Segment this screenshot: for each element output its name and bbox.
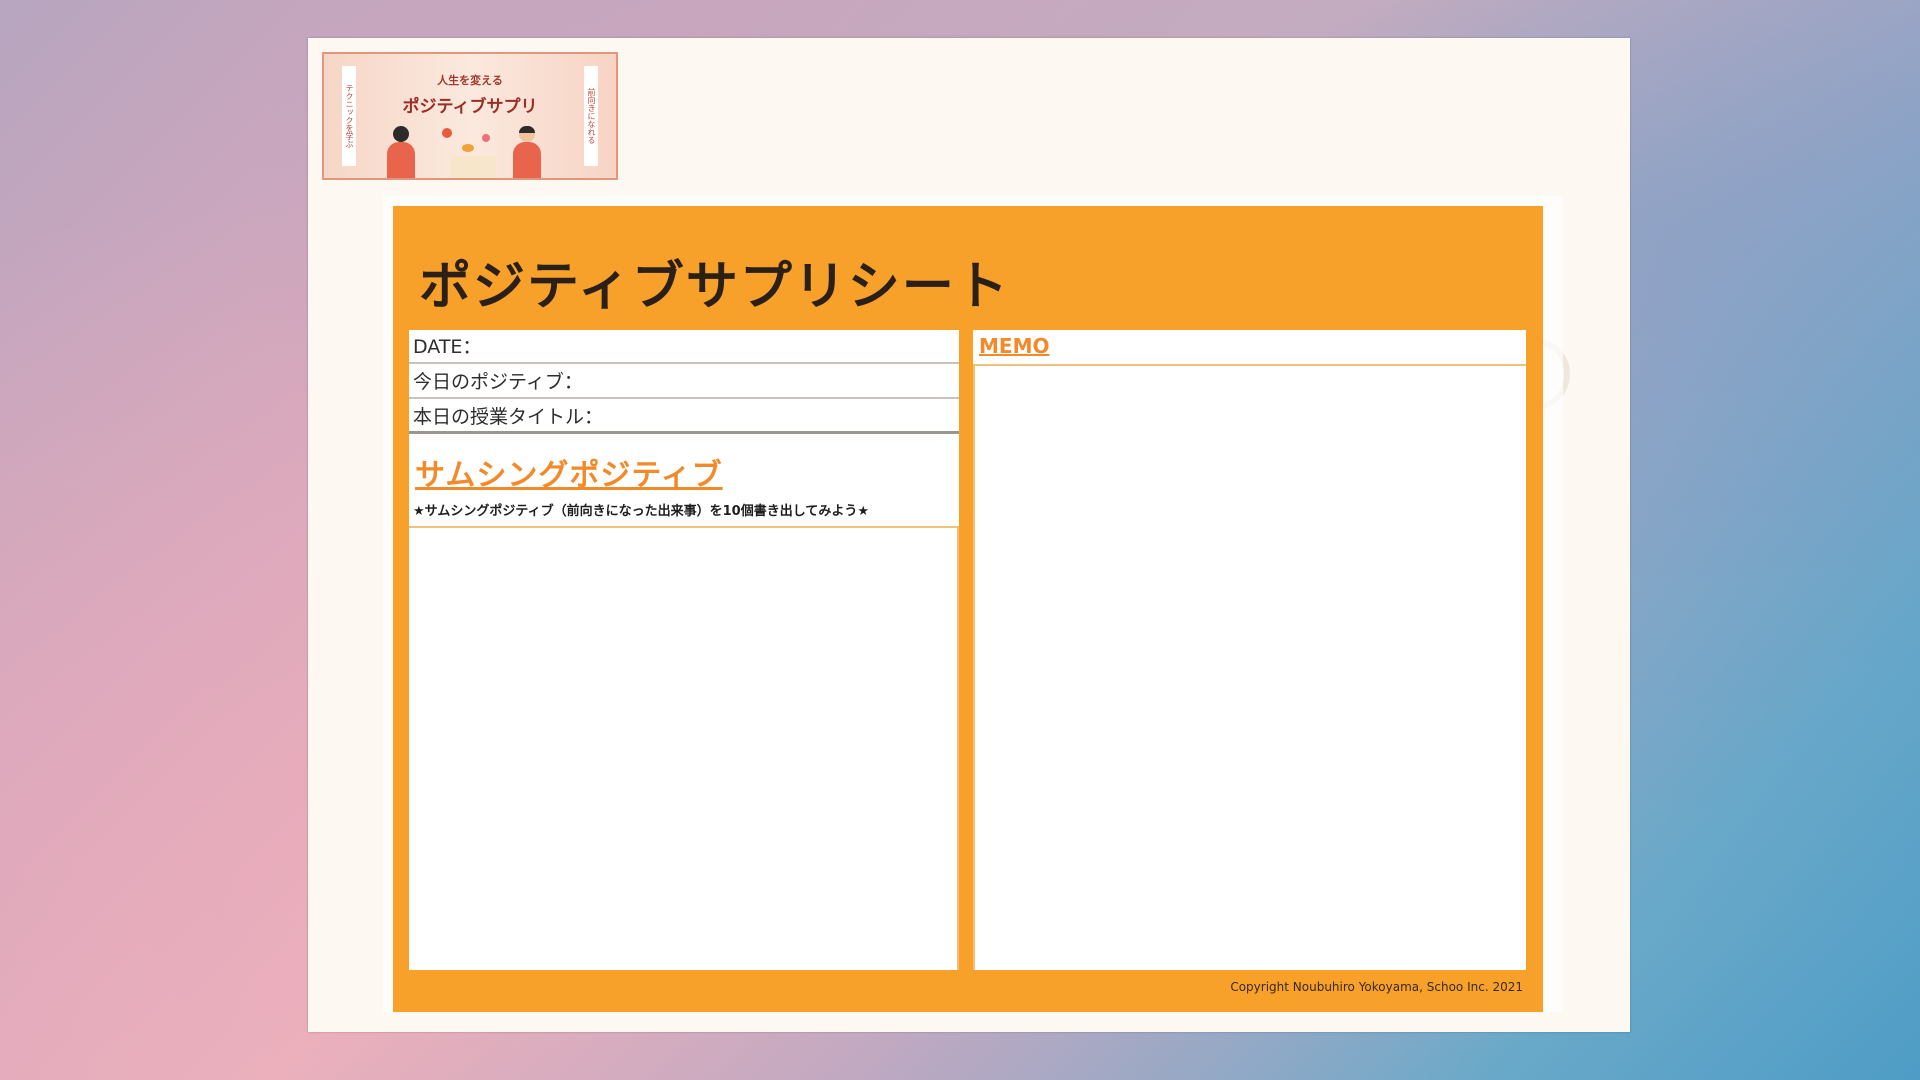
memo-panel: MEMO xyxy=(973,330,1526,970)
positive-events-writing-area[interactable] xyxy=(409,526,959,970)
copyright-text: Copyright Noubuhiro Yokoyama, Schoo Inc.… xyxy=(1230,980,1523,994)
man-illustration xyxy=(510,126,544,178)
banner-kicker: 人生を変える xyxy=(437,74,503,87)
lesson-title-field[interactable]: 本日の授業タイトル： xyxy=(409,400,959,434)
memo-label: MEMO xyxy=(979,334,1050,358)
decoration-dot xyxy=(442,128,452,138)
memo-writing-area[interactable] xyxy=(973,364,1526,970)
decoration-dot xyxy=(462,144,474,152)
section-heading: サムシングポジティブ xyxy=(415,458,723,493)
todays-positive-field[interactable]: 今日のポジティブ： xyxy=(409,365,959,399)
instruction-text: ★サムシングポジティブ（前向きになった出来事）を10個書き出してみよう★ xyxy=(413,504,869,519)
sheet-title: ポジティブサプリシート xyxy=(419,257,1010,317)
course-banner-image: テクニックを学ぶ 前向きになれる 人生を変える ポジティブサプリ xyxy=(322,52,618,180)
positive-supplement-sheet: ポジティブサプリシート DATE： 今日のポジティブ： 本日の授業タイトル： サ… xyxy=(393,206,1543,1012)
banner-title: ポジティブサプリ xyxy=(402,97,538,117)
slide: テクニックを学ぶ 前向きになれる 人生を変える ポジティブサプリ ポジティブサプ… xyxy=(308,38,1630,1032)
decoration-box xyxy=(450,156,496,178)
decoration-dot xyxy=(482,134,490,142)
left-panel: DATE： 今日のポジティブ： 本日の授業タイトル： サムシングポジティブ ★サ… xyxy=(409,330,959,970)
woman-illustration xyxy=(384,126,418,178)
date-field[interactable]: DATE： xyxy=(409,330,959,364)
